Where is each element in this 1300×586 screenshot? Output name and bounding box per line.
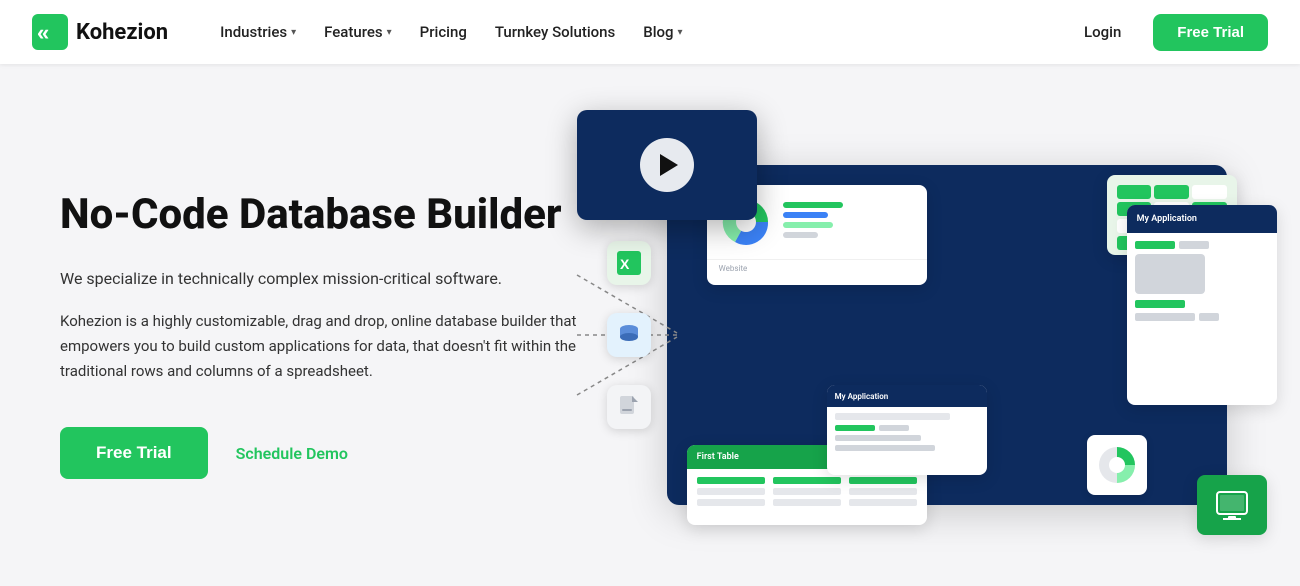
- nav-item-industries[interactable]: Industries ▾: [208, 15, 308, 49]
- chevron-down-icon: ▾: [387, 27, 392, 38]
- nav-item-pricing[interactable]: Pricing: [408, 15, 479, 49]
- nav-item-features[interactable]: Features ▾: [312, 15, 404, 49]
- hero-subtitle-1: We specialize in technically complex mis…: [60, 267, 593, 291]
- nav-links: Industries ▾ Features ▾ Pricing Turnkey …: [208, 15, 1072, 49]
- second-app-card: My Application: [827, 385, 987, 475]
- mini-table: [783, 202, 915, 242]
- free-trial-hero-button[interactable]: Free Trial: [60, 427, 208, 479]
- svg-text:«: «: [37, 20, 49, 45]
- right-panel-card: My Application: [1127, 205, 1277, 405]
- chevron-down-icon: ▾: [291, 27, 296, 38]
- screen-capture-icon: [1215, 488, 1249, 522]
- nav-item-blog[interactable]: Blog ▾: [631, 15, 694, 49]
- logo-icon: «: [32, 14, 68, 50]
- hero-ctas: Free Trial Schedule Demo: [60, 427, 593, 479]
- dashboard-preview: X: [667, 165, 1227, 505]
- mini-pie-chart: [1095, 443, 1139, 487]
- screenshot-icon-card: [1197, 475, 1267, 535]
- hero-title: No-Code Database Builder: [60, 191, 593, 239]
- hero-content: No-Code Database Builder We specialize i…: [60, 191, 593, 480]
- hero-section: No-Code Database Builder We specialize i…: [0, 64, 1300, 586]
- mini-pie-card: [1087, 435, 1147, 495]
- hero-subtitle-2: Kohezion is a highly customizable, drag …: [60, 309, 593, 383]
- source-icons: X: [607, 241, 651, 429]
- svg-text:X: X: [620, 256, 630, 272]
- hero-visual: X: [653, 165, 1240, 505]
- nav-right: Login Free Trial: [1072, 14, 1268, 51]
- play-triangle-icon: [660, 154, 678, 176]
- chevron-down-icon: ▾: [678, 27, 683, 38]
- logo-text: Kohezion: [76, 20, 168, 45]
- database-icon: [607, 313, 651, 357]
- nav-item-turnkey[interactable]: Turnkey Solutions: [483, 15, 627, 49]
- video-card[interactable]: [577, 110, 757, 220]
- navigation: « Kohezion Industries ▾ Features ▾ Prici…: [0, 0, 1300, 64]
- logo[interactable]: « Kohezion: [32, 14, 168, 50]
- free-trial-nav-button[interactable]: Free Trial: [1153, 14, 1268, 51]
- document-icon: [607, 385, 651, 429]
- schedule-demo-link[interactable]: Schedule Demo: [236, 444, 348, 463]
- play-button[interactable]: [640, 138, 694, 192]
- excel-icon: X: [607, 241, 651, 285]
- login-button[interactable]: Login: [1072, 15, 1133, 49]
